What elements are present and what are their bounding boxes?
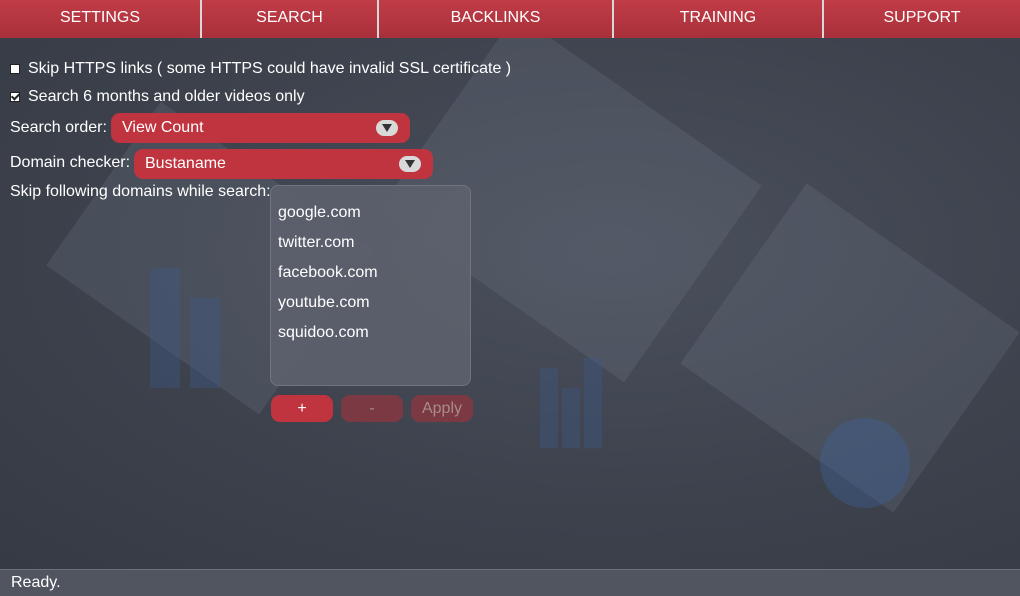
old-videos-checkbox[interactable] [10, 92, 20, 102]
search-order-select[interactable]: View Count [111, 113, 410, 143]
skip-https-option[interactable]: Skip HTTPS links ( some HTTPS could have… [10, 60, 511, 78]
chevron-down-icon[interactable] [376, 120, 398, 136]
apply-button[interactable]: Apply [411, 395, 473, 422]
tab-search[interactable]: SEARCH [202, 0, 379, 38]
list-item[interactable]: google.com [278, 204, 361, 222]
chevron-down-icon[interactable] [399, 156, 421, 172]
background-shape [562, 388, 580, 448]
tab-training[interactable]: TRAINING [614, 0, 824, 38]
top-nav: SETTINGS SEARCH BACKLINKS TRAINING SUPPO… [0, 0, 1020, 38]
domain-checker-label: Domain checker: [10, 154, 131, 171]
domain-checker-value: Bustaname [145, 155, 226, 172]
background-shape [540, 368, 558, 448]
background-shape [820, 418, 910, 508]
list-item[interactable]: squidoo.com [278, 324, 369, 342]
list-item[interactable]: twitter.com [278, 234, 354, 252]
background-shape [150, 268, 180, 388]
add-domain-button[interactable]: + [271, 395, 333, 422]
domain-checker-select[interactable]: Bustaname [134, 149, 433, 179]
old-videos-label: Search 6 months and older videos only [28, 88, 305, 105]
tab-support[interactable]: SUPPORT [824, 0, 1020, 38]
remove-domain-button[interactable]: - [341, 395, 403, 422]
skip-https-label: Skip HTTPS links ( some HTTPS could have… [28, 60, 512, 77]
tab-backlinks[interactable]: BACKLINKS [379, 0, 614, 38]
status-bar: Ready. [0, 569, 1020, 596]
search-order-label: Search order: [10, 119, 107, 136]
tab-settings[interactable]: SETTINGS [0, 0, 202, 38]
skip-domains-label: Skip following domains while search: [10, 183, 271, 200]
skip-https-checkbox[interactable] [10, 64, 20, 74]
list-item[interactable]: youtube.com [278, 294, 370, 312]
background-shape [584, 358, 602, 448]
status-text: Ready. [11, 574, 61, 591]
old-videos-option[interactable]: Search 6 months and older videos only [10, 88, 305, 106]
list-item[interactable]: facebook.com [278, 264, 378, 282]
search-order-value: View Count [122, 119, 204, 136]
skip-domains-list[interactable]: google.com twitter.com facebook.com yout… [270, 185, 471, 386]
background-shape [190, 298, 220, 388]
